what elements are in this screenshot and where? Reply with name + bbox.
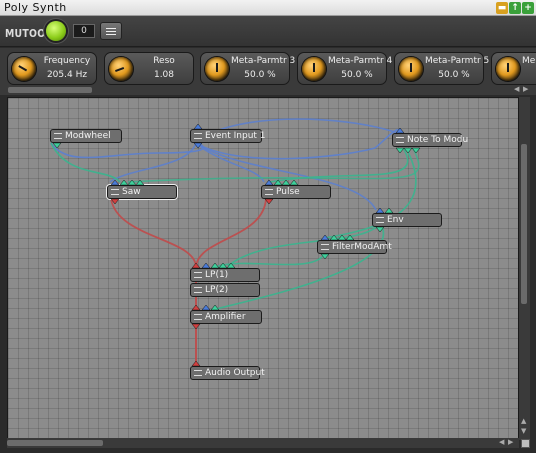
knob-meta-parmtr-3[interactable]: Meta-Parmtr 3 50.0 %	[200, 52, 296, 85]
knob-value: 50.0 %	[341, 70, 373, 80]
knob-name: Meta-Parmtr 3	[231, 56, 296, 66]
parameter-scrollbar[interactable]: ◀ ▶	[0, 85, 536, 95]
knob-name: Meta-Parmtr 4	[328, 56, 393, 66]
knob-value: 205.4 Hz	[46, 70, 88, 80]
knob-value: 50.0 %	[438, 70, 470, 80]
scrollbar-thumb[interactable]	[7, 440, 103, 446]
meta3-knob-icon[interactable]	[205, 57, 229, 81]
meta4-knob-icon[interactable]	[302, 57, 326, 81]
window-title: Poly Synth	[4, 1, 67, 14]
scroll-left-icon[interactable]: ◀	[514, 85, 519, 93]
knob-name: Frequency	[43, 56, 91, 66]
scroll-right-icon[interactable]: ▶	[523, 85, 528, 93]
knob-frequency[interactable]: Frequency 205.4 Hz	[7, 52, 97, 85]
scrollbar-thumb[interactable]	[521, 144, 527, 304]
power-toggle[interactable]	[46, 21, 66, 41]
instance-counter: 0	[73, 24, 95, 38]
node-ports	[52, 123, 421, 367]
knob-meta-parmtr-5[interactable]: Meta-Parmtr 5 50.0 %	[394, 52, 490, 85]
knob-name: Me	[522, 56, 536, 66]
knob-reso[interactable]: Reso 1.08	[104, 52, 194, 85]
resize-grip-icon[interactable]	[521, 439, 530, 448]
minimize-button[interactable]: ▬	[496, 2, 508, 14]
knob-name: Meta-Parmtr 5	[425, 56, 490, 66]
knob-value: 50.0 %	[244, 70, 276, 80]
knob-meta-parmtr-4[interactable]: Meta-Parmtr 4 50.0 %	[297, 52, 393, 85]
knob-name: Reso	[153, 56, 175, 66]
menu-icon	[106, 28, 116, 29]
scroll-left-icon[interactable]: ◀	[499, 438, 504, 446]
scroll-right-icon[interactable]: ▶	[508, 438, 513, 446]
canvas-horizontal-scrollbar[interactable]: ◀ ▶	[7, 438, 519, 448]
scroll-up-icon[interactable]: ▲	[521, 417, 526, 425]
window-titlebar: Poly Synth ▬ ↑ +	[0, 0, 536, 16]
scroll-down-icon[interactable]: ▼	[521, 427, 526, 435]
maximize-button[interactable]: ↑	[509, 2, 521, 14]
canvas-vertical-scrollbar[interactable]: ▲ ▼	[519, 97, 530, 440]
knob-value: 1.08	[153, 70, 175, 80]
menu-button[interactable]	[100, 22, 122, 40]
patch-canvas[interactable]: Modwheel Event Input 1 Note To Modu Saw …	[7, 97, 519, 440]
reso-knob-icon[interactable]	[109, 57, 133, 81]
knob-meta-parmtr-6[interactable]: Me	[491, 52, 536, 85]
close-button[interactable]: +	[522, 2, 534, 14]
meta5-knob-icon[interactable]	[399, 57, 423, 81]
meta6-knob-icon[interactable]	[496, 57, 520, 81]
frequency-knob-icon[interactable]	[12, 57, 36, 81]
scrollbar-thumb[interactable]	[8, 87, 92, 93]
